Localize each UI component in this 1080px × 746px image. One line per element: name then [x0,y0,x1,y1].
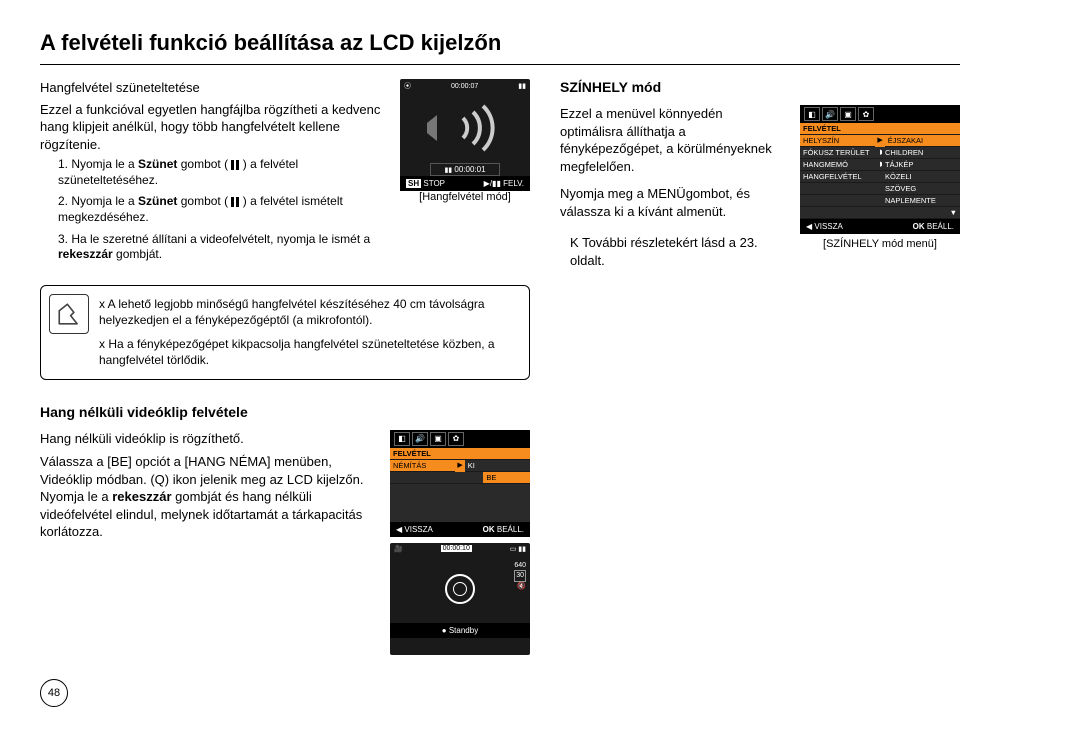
record-target-icon [445,574,475,604]
back-label: VISSZA [404,525,432,534]
scene-l-1: FÓKUSZ TERÜLET [800,147,878,159]
sound-wave-graphic [400,93,530,163]
menu-item-mute: NÉMÍTÁS [390,460,455,472]
note-icon [49,294,89,334]
scene-heading: SZÍNHELY mód [560,79,960,95]
fps-badge: 30 [514,570,526,582]
scene-p1: Ezzel a menüvel könnyedén optimálisra ál… [560,105,786,175]
scene-r-1: CHILDREN [882,147,960,159]
scene-l-3: HANGFELVÉTEL [800,171,878,183]
pause-icon [231,197,239,207]
lcd-mute-menu: ◧ 🔊 ▣ ✿ FELVÉTEL NÉMÍTÁS ▶ KI BE [390,430,530,537]
lcd-recording-screenshot: ⦿ 00:00:07 ▮▮ ▮▮ 00:00:01 [400,79,530,187]
rec-time-mid: 00:00:01 [454,165,485,174]
tab-camera-icon: ◧ [394,432,410,446]
scene-caption: [SZÍNHELY mód menü] [800,238,960,250]
scene-r-4: SZÖVEG [882,183,960,195]
tab-sound-icon: 🔊 [822,107,838,121]
scene-l-2: HANGMEMÓ [800,159,878,171]
note-bullet-2: Ha a fényképezőgépet kikpacsolja hangfel… [99,337,495,367]
standby-label: Standby [449,626,478,635]
mute-line2: Válassza a [BE] opciót a [HANG NÉMA] men… [40,453,376,541]
scene-l-0: HELYSZÍN [800,135,875,147]
video-icon: 🎥 [394,545,403,553]
info-note: x A lehető legjobb minőségű hangfelvétel… [40,285,530,380]
rec-time-top: 00:00:07 [451,83,478,90]
menu-header: FELVÉTEL [390,448,530,460]
ok-label: OK [483,525,495,534]
tab-settings-icon: ✿ [858,107,874,121]
scene-r-0: ÉJSZAKAI [885,135,960,147]
page-title: A felvételi funkció beállítása az LCD ki… [40,30,960,56]
stop-label: STOP [423,179,445,188]
sh-label: SH [406,179,421,188]
scene-set: BEÁLL. [927,222,954,231]
scene-back: VISSZA [814,222,842,231]
tab-camera-icon: ◧ [804,107,820,121]
step-1: 1. Nyomja le a Szünet gombot ( ) a felvé… [58,157,386,188]
pause-icon [231,160,239,170]
note-bullet-1: A lehető legjobb minőségű hangfelvétel k… [99,297,485,327]
lcd1-caption: [Hangfelvétel mód] [400,191,530,203]
battery-icon: ▮▮ [518,82,526,90]
mute-speaker-icon: 🔇 [514,582,526,592]
scene-r-3: KÖZELI [882,171,960,183]
scene-p2: Nyomja meg a MENÜgombot, és válassza ki … [560,185,786,220]
scene-l-5 [800,195,878,207]
resolution-badge: 640 [514,561,526,571]
pause-intro: Ezzel a funkcióval egyetlen hangfájlba r… [40,101,386,154]
card-icon: ▭ ▮▮ [510,545,526,553]
tab-settings-icon: ✿ [448,432,464,446]
scene-r-5: NAPLEMENTE [882,195,960,207]
scene-l-4 [800,183,878,195]
tab-display-icon: ▣ [840,107,856,121]
scene-p3: K További részletekért lásd a 23. oldalt… [570,234,786,269]
voice-icon: ⦿ [404,81,411,91]
tab-display-icon: ▣ [430,432,446,446]
scene-r-2: TÁJKÉP [882,159,960,171]
scene-ok: OK [913,222,925,231]
step-3: 3. Ha le szeretné állítani a videofelvét… [58,232,386,263]
tab-sound-icon: 🔊 [412,432,428,446]
page-number: 48 [40,679,68,707]
mute-line1: Hang nélküli videóklip is rögzíthető. [40,430,376,448]
rec-label: FELV. [503,179,524,188]
lcd-scene-menu: ◧ 🔊 ▣ ✿ FELVÉTEL HELYSZÍN▶ÉJSZAKAI FÓKUS… [800,105,960,234]
set-label: BEÁLL. [497,525,524,534]
menu-option-on: BE [483,472,530,484]
title-rule [40,64,960,65]
pause-heading: Hangfelvétel szüneteltetése [40,79,386,97]
menu-option-off: KI [465,460,530,472]
mute-heading: Hang nélküli videóklip felvétele [40,404,530,420]
standby-time: 00:00:10 [441,545,472,552]
step-2: 2. Nyomja le a Szünet gombot ( ) a felvé… [58,194,386,225]
lcd-standby: 🎥 00:00:10 ▭ ▮▮ 640 30 🔇 [390,543,530,655]
mute-q-icon: Q [155,472,165,487]
scene-menu-header: FELVÉTEL [800,123,960,135]
